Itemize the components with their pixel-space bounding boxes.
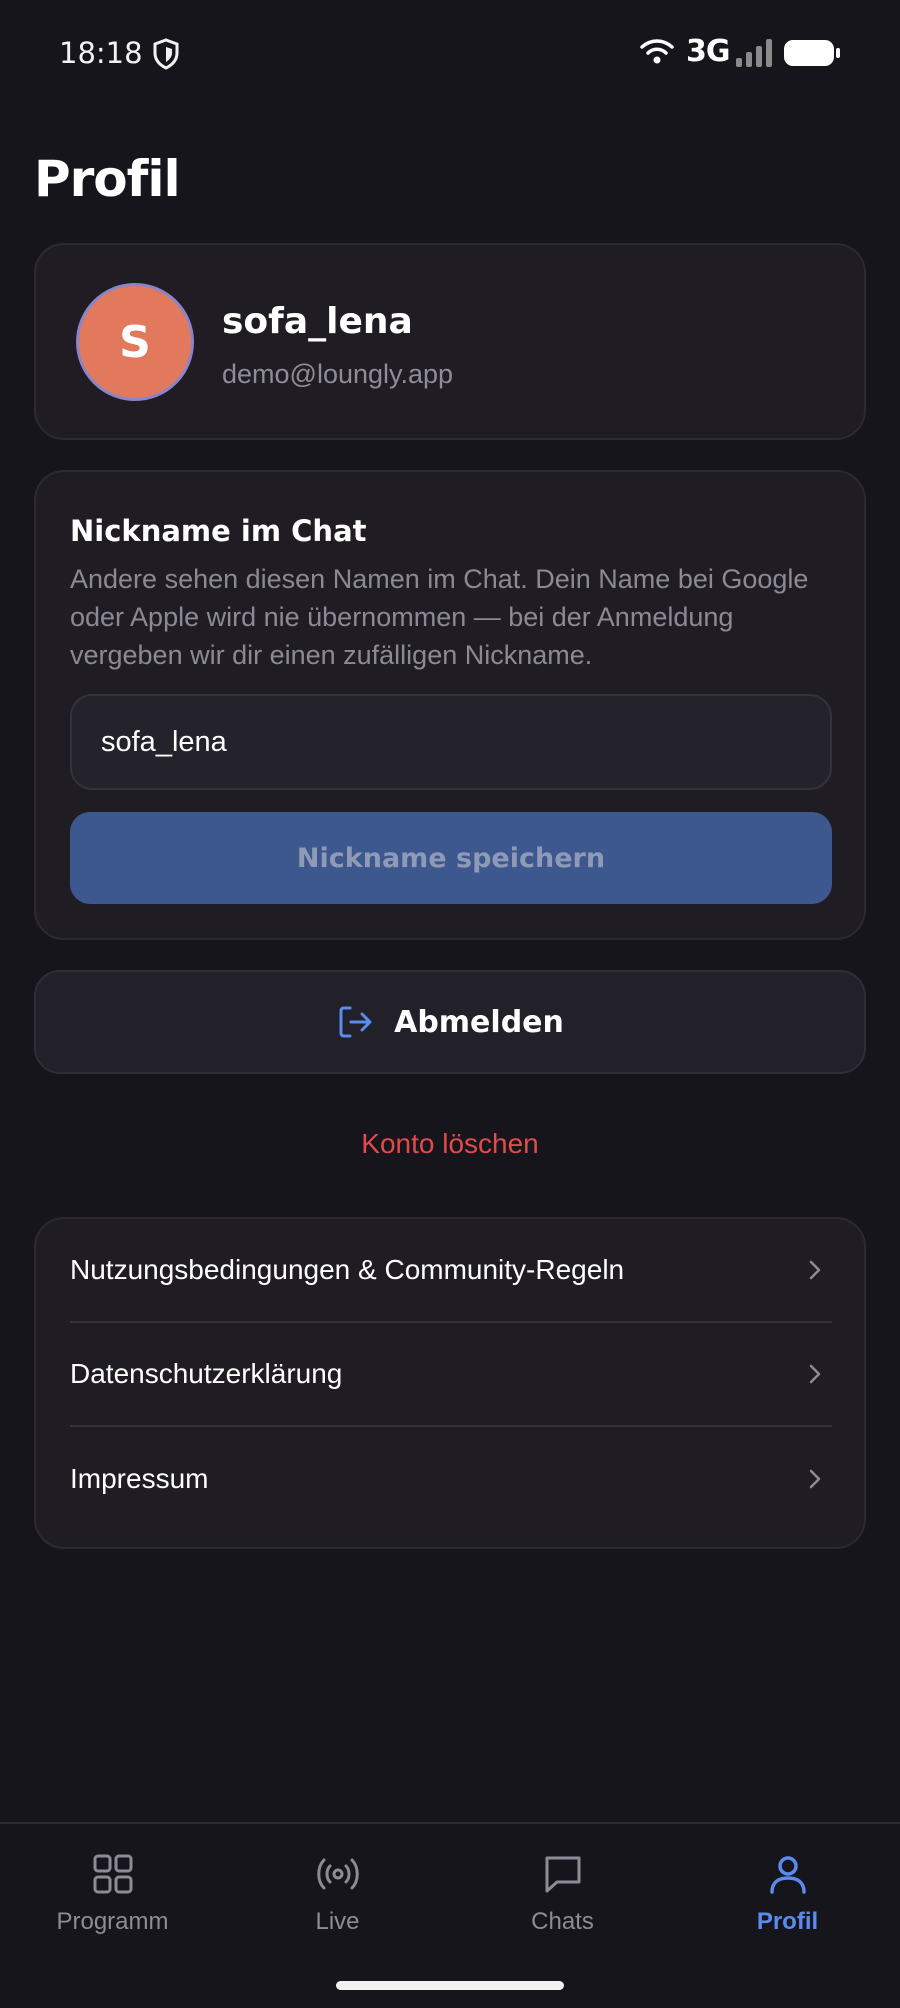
status-time: 18:18 xyxy=(59,36,143,70)
nickname-title: Nickname im Chat xyxy=(70,514,367,548)
chevron-right-icon xyxy=(809,1260,821,1280)
avatar: S xyxy=(76,283,194,401)
link-imprint[interactable]: Impressum xyxy=(70,1427,832,1531)
link-label: Impressum xyxy=(70,1463,209,1494)
nav-label: Chats xyxy=(531,1908,594,1935)
nickname-input[interactable] xyxy=(70,694,832,790)
nav-label: Live xyxy=(315,1908,360,1935)
profile-email: demo@loungly.app xyxy=(222,359,454,389)
signal-icon xyxy=(736,39,772,67)
chevron-right-icon xyxy=(809,1469,821,1489)
chevron-right-icon xyxy=(809,1364,821,1384)
network-label: 3G xyxy=(686,34,730,69)
link-privacy[interactable]: Datenschutzerklärung xyxy=(70,1323,832,1427)
link-terms[interactable]: Nutzungsbedingungen & Community-Regeln xyxy=(70,1219,832,1323)
chat-bubble-icon xyxy=(545,1856,580,1893)
shield-icon xyxy=(153,38,179,70)
save-nickname-button[interactable]: Nickname speichern xyxy=(70,812,832,904)
legal-links-card: Nutzungsbedingungen & Community-Regeln D… xyxy=(34,1217,866,1549)
link-label: Nutzungsbedingungen & Community-Regeln xyxy=(70,1254,625,1285)
logout-icon xyxy=(339,1006,372,1038)
grid-icon xyxy=(93,1854,132,1894)
status-bar: 18:18 3G xyxy=(0,0,900,108)
nav-label: Programm xyxy=(56,1908,169,1935)
profile-card: S sofa_lena demo@loungly.app xyxy=(34,243,866,440)
logout-button[interactable]: Abmelden xyxy=(34,970,866,1074)
page-title: Profil xyxy=(34,150,181,208)
nav-item-live[interactable]: Live xyxy=(225,1824,450,1954)
delete-account-link[interactable]: Konto löschen xyxy=(0,1128,900,1160)
link-label: Datenschutzerklärung xyxy=(70,1358,343,1389)
nickname-card: Nickname im Chat Andere sehen diesen Nam… xyxy=(34,470,866,940)
broadcast-icon xyxy=(316,1858,359,1890)
nav-label: Profil xyxy=(756,1908,819,1935)
nav-item-profil[interactable]: Profil xyxy=(675,1824,900,1954)
wifi-icon xyxy=(640,39,674,64)
home-indicator xyxy=(336,1981,564,1990)
logout-label: Abmelden xyxy=(394,1004,564,1040)
nav-item-programm[interactable]: Programm xyxy=(0,1824,225,1954)
user-icon xyxy=(769,1856,806,1894)
nav-item-chats[interactable]: Chats xyxy=(450,1824,675,1954)
nickname-description: Andere sehen diesen Namen im Chat. Dein … xyxy=(70,564,809,670)
profile-name: sofa_lena xyxy=(222,301,413,342)
battery-icon xyxy=(784,40,840,66)
